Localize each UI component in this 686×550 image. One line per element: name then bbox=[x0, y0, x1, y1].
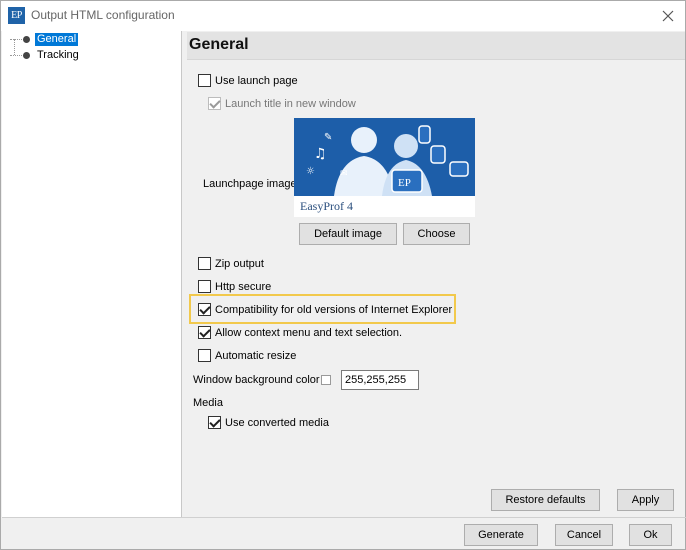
use-converted-media-checkbox[interactable]: Use converted media bbox=[208, 416, 329, 429]
checkbox-label: Http secure bbox=[215, 280, 272, 293]
svg-text:✎: ✎ bbox=[324, 132, 332, 143]
launchpage-image-label: Launchpage image bbox=[203, 178, 297, 190]
launchpage-image: EP ♫ ✎ ☼ ✉ EasyProf 4 bbox=[294, 118, 475, 217]
window-title: Output HTML configuration bbox=[31, 8, 175, 22]
checkbox-box[interactable] bbox=[198, 74, 211, 87]
checkbox-label: Automatic resize bbox=[215, 349, 297, 362]
title-bar: EP Output HTML configuration bbox=[1, 1, 685, 31]
http-secure-checkbox[interactable]: Http secure bbox=[198, 280, 271, 293]
checkbox-box[interactable] bbox=[198, 280, 211, 293]
checkbox-box[interactable] bbox=[208, 416, 221, 429]
tree-item-tracking[interactable]: Tracking bbox=[10, 48, 81, 62]
app-icon: EP bbox=[8, 7, 25, 24]
checkbox-label: Allow context menu and text selection. bbox=[215, 326, 403, 339]
media-section-label: Media bbox=[193, 397, 223, 409]
image-caption-strip: EasyProf 4 bbox=[294, 196, 475, 217]
config-dialog: EP Output HTML configuration General Tra… bbox=[0, 0, 686, 550]
easyprof-illustration: EP ♫ ✎ ☼ ✉ bbox=[294, 118, 475, 196]
default-image-button[interactable]: Default image bbox=[299, 223, 397, 245]
close-icon bbox=[662, 10, 674, 22]
choose-button[interactable]: Choose bbox=[403, 223, 470, 245]
tree-branch-line bbox=[10, 38, 22, 40]
panel-header: General bbox=[187, 32, 685, 60]
zip-output-checkbox[interactable]: Zip output bbox=[198, 257, 264, 270]
checkbox-label: Launch title in new window bbox=[225, 97, 356, 110]
footer-divider bbox=[2, 517, 686, 518]
close-button[interactable] bbox=[657, 5, 679, 27]
tree-item-label: Tracking bbox=[37, 48, 79, 61]
svg-text:☼: ☼ bbox=[306, 166, 315, 177]
checkbox-box[interactable] bbox=[198, 257, 211, 270]
tree-branch-line bbox=[10, 54, 22, 56]
page-title: General bbox=[189, 36, 249, 53]
use-launch-page-checkbox[interactable]: Use launch page bbox=[198, 74, 298, 87]
launch-title-new-window-checkbox[interactable]: Launch title in new window bbox=[208, 97, 356, 110]
generate-button[interactable]: Generate bbox=[464, 524, 538, 546]
window-bg-color-label: Window background color bbox=[193, 374, 320, 386]
svg-text:EP: EP bbox=[398, 177, 411, 189]
svg-text:✉: ✉ bbox=[340, 169, 348, 179]
tree-item-label: General bbox=[35, 32, 79, 46]
checkbox-label: Use launch page bbox=[215, 74, 298, 87]
tree-node-icon bbox=[23, 35, 30, 43]
restore-defaults-button[interactable]: Restore defaults bbox=[491, 489, 600, 511]
checkbox-label: Use converted media bbox=[225, 416, 329, 429]
color-swatch[interactable] bbox=[321, 375, 331, 385]
checkbox-label: Zip output bbox=[215, 257, 264, 270]
navigation-tree: General Tracking bbox=[2, 31, 182, 517]
compat-ie-checkbox[interactable]: Compatibility for old versions of Intern… bbox=[198, 303, 452, 316]
apply-button[interactable]: Apply bbox=[617, 489, 674, 511]
tree-item-general[interactable]: General bbox=[10, 32, 79, 46]
checkbox-box[interactable] bbox=[198, 326, 211, 339]
cancel-button[interactable]: Cancel bbox=[555, 524, 613, 546]
window-bg-color-input[interactable]: 255,255,255 bbox=[341, 370, 419, 390]
svg-text:♫: ♫ bbox=[314, 146, 327, 162]
checkbox-label: Compatibility for old versions of Intern… bbox=[215, 303, 453, 316]
checkbox-box[interactable] bbox=[198, 349, 211, 362]
checkbox-box[interactable] bbox=[208, 97, 221, 110]
automatic-resize-checkbox[interactable]: Automatic resize bbox=[198, 349, 296, 362]
allow-context-menu-checkbox[interactable]: Allow context menu and text selection. bbox=[198, 326, 402, 339]
checkbox-box[interactable] bbox=[198, 303, 211, 316]
image-caption-text: EasyProf 4 bbox=[300, 199, 353, 213]
ok-button[interactable]: Ok bbox=[629, 524, 672, 546]
tree-node-icon bbox=[23, 51, 30, 59]
